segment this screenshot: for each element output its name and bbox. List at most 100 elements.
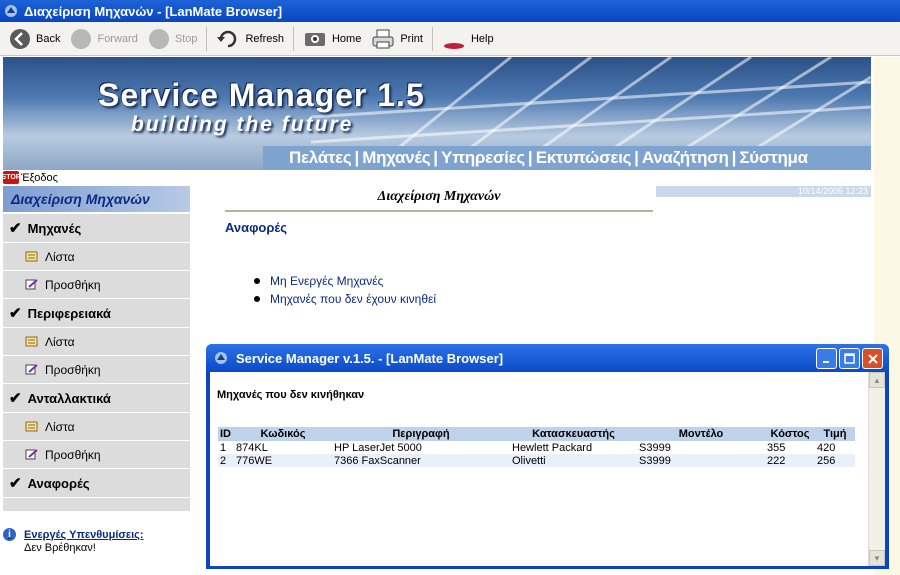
- print-button[interactable]: Print: [366, 25, 428, 53]
- maximize-icon: [844, 353, 855, 364]
- banner-title: Service Manager 1.5: [98, 77, 425, 113]
- sidebar-item-peripherals-list[interactable]: Λίστα: [3, 328, 190, 356]
- cell-price: 420: [817, 441, 836, 454]
- site-banner: Service Manager 1.5 building the future …: [3, 57, 871, 170]
- reminders-panel: i Ενεργές Υπενθυμίσεις: Δεν Βρέθηκαν!: [3, 528, 190, 554]
- toolbar-separator: [431, 26, 433, 51]
- table-row[interactable]: 1 874KL HP LaserJet 5000 Hewlett Packard…: [218, 441, 855, 454]
- app-icon: [215, 352, 227, 364]
- sidebar-item-label: Προσθήκη: [45, 277, 101, 292]
- reminders-title-link[interactable]: i Ενεργές Υπενθυμίσεις:: [3, 528, 190, 541]
- close-icon: [867, 353, 878, 364]
- report-link-label: Μη Ενεργές Μηχανές: [270, 274, 384, 288]
- sidebar-item-label: Λίστα: [45, 334, 75, 349]
- column-header-manufacturer: Κατασκευαστής: [510, 427, 637, 442]
- nav-prints[interactable]: Εκτυπώσεις: [536, 148, 632, 168]
- sidebar-item-parts-add[interactable]: Προσθήκη: [3, 441, 190, 469]
- popup-titlebar[interactable]: Service Manager v.1.5. - [LanMate Browse…: [206, 344, 889, 372]
- add-edit-icon: [25, 449, 38, 460]
- cell-code: 874KL: [236, 441, 268, 454]
- help-label: Help: [470, 32, 494, 45]
- nav-separator: |: [731, 148, 737, 167]
- nav-machines[interactable]: Μηχανές: [362, 148, 430, 168]
- stop-sign-icon: STOP: [2, 171, 20, 184]
- checkmark-icon: ✔: [9, 390, 22, 407]
- sidebar-section-label: Αναφορές: [27, 475, 90, 491]
- unmoved-machines-table: ID Κωδικός Περιγραφή Κατασκευαστής Μοντέ…: [218, 427, 855, 467]
- sidebar-item-label: Προσθήκη: [45, 447, 101, 462]
- sidebar-section-machines[interactable]: ✔ Μηχανές: [3, 214, 190, 243]
- page-title: Διαχείριση Μηχανών: [225, 186, 653, 212]
- scroll-up-arrow-icon[interactable]: ▲: [869, 372, 885, 388]
- refresh-icon: [217, 30, 237, 47]
- nav-system[interactable]: Σύστημα: [739, 148, 808, 168]
- popup-window-controls: [814, 348, 883, 369]
- list-icon: [25, 251, 38, 262]
- back-arrow-icon: [10, 28, 30, 49]
- print-label: Print: [400, 32, 423, 45]
- minimize-icon: [822, 360, 829, 363]
- help-button[interactable]: Help: [437, 25, 499, 53]
- cell-manufacturer: Olivetti: [510, 454, 637, 467]
- cell-code: 776WE: [234, 454, 332, 467]
- home-label: Home: [331, 32, 362, 45]
- sidebar-item-machines-add[interactable]: Προσθήκη: [3, 271, 190, 299]
- vertical-scrollbar[interactable]: ▲ ▼: [868, 372, 885, 566]
- report-link-inactive-machines[interactable]: Μη Ενεργές Μηχανές: [254, 272, 436, 290]
- stop-button[interactable]: Stop: [143, 25, 203, 53]
- popup-title: Service Manager v.1.5. - [LanMate Browse…: [236, 350, 504, 366]
- nav-services[interactable]: Υπηρεσίες: [441, 148, 525, 168]
- stop-icon: [148, 28, 169, 49]
- exit-link[interactable]: STOP Έξοδος: [2, 170, 871, 185]
- window-title: Διαχείριση Μηχανών - [LanMate Browser]: [24, 3, 283, 19]
- sidebar-section-label: Μηχανές: [27, 220, 82, 236]
- scroll-down-arrow-icon[interactable]: ▼: [869, 550, 885, 566]
- nav-customers[interactable]: Πελάτες: [289, 148, 352, 168]
- report-link-unmoved-machines[interactable]: Μηχανές που δεν έχουν κινηθεί: [254, 290, 436, 308]
- stop-label: Stop: [174, 32, 198, 45]
- sidebar-section-reports[interactable]: ✔ Αναφορές: [3, 469, 190, 498]
- browser-window: Διαχείριση Μηχανών - [LanMate Browser] B…: [0, 0, 900, 575]
- checkmark-icon: ✔: [9, 475, 22, 492]
- reports-heading: Αναφορές: [225, 220, 288, 235]
- add-edit-icon: [25, 279, 38, 290]
- sidebar-item-peripherals-add[interactable]: Προσθήκη: [3, 356, 190, 384]
- popup-heading: Μηχανές που δεν κινήθηκαν: [217, 389, 365, 401]
- close-button[interactable]: [862, 348, 883, 369]
- cell-id: 1: [220, 441, 227, 454]
- window-titlebar[interactable]: Διαχείριση Μηχανών - [LanMate Browser]: [0, 0, 900, 22]
- sidebar-item-parts-list[interactable]: Λίστα: [3, 413, 190, 441]
- column-header-model: Μοντέλο: [637, 427, 765, 442]
- browser-toolbar: Back Forward Stop Refresh Home Print Hel…: [0, 22, 900, 56]
- reminders-title: Ενεργές Υπενθυμίσεις:: [24, 528, 144, 541]
- forward-button[interactable]: Forward: [65, 25, 142, 53]
- help-icon: [443, 42, 464, 49]
- banner-subtitle: building the future: [131, 113, 354, 136]
- nav-search[interactable]: Αναζήτηση: [642, 148, 729, 168]
- cell-id: 2: [218, 454, 234, 467]
- minimize-button[interactable]: [816, 348, 837, 369]
- maximize-button[interactable]: [839, 348, 860, 369]
- sidebar-item-machines-list[interactable]: Λίστα: [3, 243, 190, 271]
- nav-separator: |: [433, 148, 439, 167]
- column-header-id: ID: [218, 427, 234, 442]
- back-button[interactable]: Back: [4, 25, 65, 53]
- column-header-description: Περιγραφή: [332, 427, 510, 442]
- cell-model: S3999: [637, 454, 765, 467]
- bullet-icon: [254, 296, 260, 302]
- sidebar: Διαχείριση Μηχανών ✔ Μηχανές Λίστα Προσθ…: [3, 186, 190, 511]
- nav-separator: |: [634, 148, 639, 167]
- reminders-value: Δεν Βρέθηκαν!: [24, 542, 96, 554]
- sidebar-section-label: Ανταλλακτικά: [27, 390, 111, 406]
- sidebar-section-peripherals[interactable]: ✔ Περιφερειακά: [3, 299, 190, 328]
- home-icon: [304, 32, 325, 46]
- column-header-code: Κωδικός: [234, 427, 332, 442]
- sidebar-section-label: Περιφερειακά: [27, 305, 111, 321]
- home-button[interactable]: Home: [298, 25, 366, 53]
- sidebar-section-spare-parts[interactable]: ✔ Ανταλλακτικά: [3, 384, 190, 413]
- cell-manufacturer: Hewlett Packard: [512, 441, 593, 454]
- table-row[interactable]: 2 776WE 7366 FaxScanner Olivetti S3999 2…: [218, 454, 855, 467]
- refresh-button[interactable]: Refresh: [211, 25, 289, 53]
- date-display: 10/14/2005 12:23: [656, 186, 871, 197]
- nav-separator: |: [527, 148, 533, 167]
